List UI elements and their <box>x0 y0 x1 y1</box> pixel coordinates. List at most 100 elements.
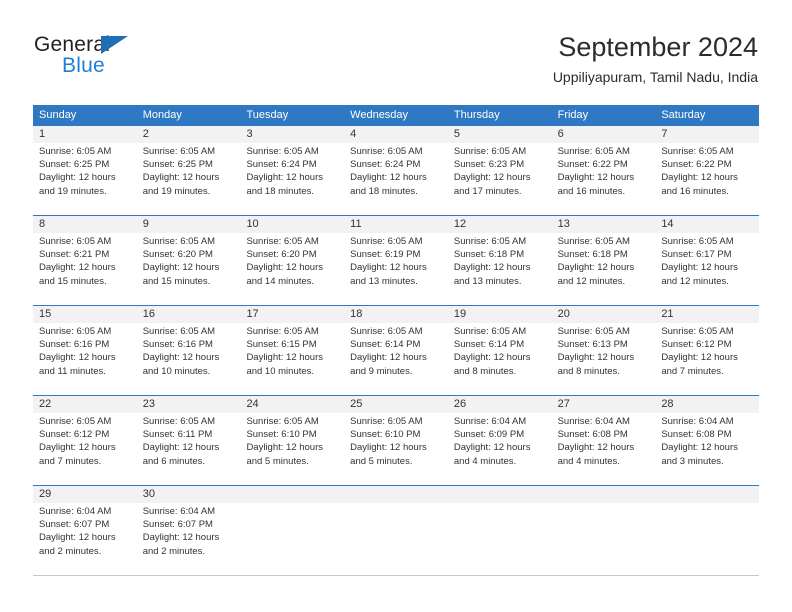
sunset-text: Sunset: 6:12 PM <box>39 429 110 441</box>
sunrise-text: Sunrise: 6:05 AM <box>661 236 734 247</box>
calendar-week-row: 1 Sunrise: 6:05 AM Sunset: 6:25 PM Dayli… <box>33 125 759 215</box>
day-number: 7 <box>661 128 668 140</box>
day-number: 13 <box>557 218 570 230</box>
day-details: Sunrise: 6:05 AM Sunset: 6:14 PM Dayligh… <box>454 325 546 378</box>
sunset-text: Sunset: 6:07 PM <box>142 519 213 531</box>
table-bottom-rule <box>33 575 759 576</box>
day-details: Sunrise: 6:05 AM Sunset: 6:19 PM Dayligh… <box>350 235 442 288</box>
day-details: Sunrise: 6:05 AM Sunset: 6:15 PM Dayligh… <box>246 325 338 378</box>
sunset-text: Sunset: 6:16 PM <box>39 339 110 351</box>
day-cell[interactable]: 14 Sunrise: 6:05 AM Sunset: 6:17 PM Dayl… <box>655 216 759 305</box>
day-cell[interactable]: 30 Sunrise: 6:04 AM Sunset: 6:07 PM Dayl… <box>137 486 241 575</box>
sunrise-text: Sunrise: 6:05 AM <box>142 236 216 247</box>
daylight-text-line2: and 9 minutes. <box>350 365 413 377</box>
daylight-text-line2: and 15 minutes. <box>142 275 211 287</box>
day-cell[interactable]: 4 Sunrise: 6:05 AM Sunset: 6:24 PM Dayli… <box>344 126 448 215</box>
daylight-text-line2: and 5 minutes. <box>350 455 413 467</box>
day-number: 15 <box>39 308 52 320</box>
day-details: Sunrise: 6:04 AM Sunset: 6:07 PM Dayligh… <box>143 505 235 558</box>
daylight-text-line1: Daylight: 12 hours <box>661 352 738 364</box>
day-cell[interactable]: 12 Sunrise: 6:05 AM Sunset: 6:18 PM Dayl… <box>448 216 552 305</box>
weekday-header-friday: Friday <box>557 109 589 121</box>
sunset-text: Sunset: 6:20 PM <box>142 249 213 261</box>
daylight-text-line2: and 6 minutes. <box>142 455 206 467</box>
sunset-text: Sunset: 6:24 PM <box>350 159 421 171</box>
day-cell[interactable]: 16 Sunrise: 6:05 AM Sunset: 6:16 PM Dayl… <box>137 306 241 395</box>
daylight-text-line2: and 16 minutes. <box>661 185 729 197</box>
daylight-text-line1: Daylight: 12 hours <box>661 172 738 184</box>
day-cell[interactable]: 24 Sunrise: 6:05 AM Sunset: 6:10 PM Dayl… <box>240 396 344 485</box>
day-details: Sunrise: 6:05 AM Sunset: 6:18 PM Dayligh… <box>454 235 546 288</box>
day-cell[interactable]: 21 Sunrise: 6:05 AM Sunset: 6:12 PM Dayl… <box>655 306 759 395</box>
day-cell[interactable]: 6 Sunrise: 6:05 AM Sunset: 6:22 PM Dayli… <box>552 126 656 215</box>
day-cell[interactable]: 23 Sunrise: 6:05 AM Sunset: 6:11 PM Dayl… <box>137 396 241 485</box>
day-cell[interactable]: 28 Sunrise: 6:04 AM Sunset: 6:08 PM Dayl… <box>655 396 759 485</box>
day-details: Sunrise: 6:05 AM Sunset: 6:22 PM Dayligh… <box>558 145 650 198</box>
day-number: 29 <box>39 488 52 500</box>
sunrise-text: Sunrise: 6:05 AM <box>350 146 423 157</box>
day-cell[interactable]: 11 Sunrise: 6:05 AM Sunset: 6:19 PM Dayl… <box>344 216 448 305</box>
sunrise-text: Sunrise: 6:05 AM <box>39 326 112 337</box>
title-block: September 2024 Uppiliyapuram, Tamil Nadu… <box>553 30 758 87</box>
sunset-text: Sunset: 6:25 PM <box>142 159 213 171</box>
day-cell[interactable]: 7 Sunrise: 6:05 AM Sunset: 6:22 PM Dayli… <box>655 126 759 215</box>
day-cell[interactable]: 3 Sunrise: 6:05 AM Sunset: 6:24 PM Dayli… <box>240 126 344 215</box>
day-cell[interactable]: 22 Sunrise: 6:05 AM Sunset: 6:12 PM Dayl… <box>33 396 137 485</box>
day-cell[interactable]: 5 Sunrise: 6:05 AM Sunset: 6:23 PM Dayli… <box>448 126 552 215</box>
daylight-text-line2: and 17 minutes. <box>453 185 522 197</box>
day-cell[interactable]: 10 Sunrise: 6:05 AM Sunset: 6:20 PM Dayl… <box>240 216 344 305</box>
day-cell[interactable]: 27 Sunrise: 6:04 AM Sunset: 6:08 PM Dayl… <box>552 396 656 485</box>
day-cell[interactable]: 15 Sunrise: 6:05 AM Sunset: 6:16 PM Dayl… <box>33 306 137 395</box>
day-cell[interactable]: 17 Sunrise: 6:05 AM Sunset: 6:15 PM Dayl… <box>240 306 344 395</box>
day-cell[interactable]: 26 Sunrise: 6:04 AM Sunset: 6:09 PM Dayl… <box>448 396 552 485</box>
sunrise-text: Sunrise: 6:05 AM <box>453 146 527 157</box>
daylight-text-line1: Daylight: 12 hours <box>350 352 427 364</box>
sunset-text: Sunset: 6:11 PM <box>142 429 213 441</box>
page-title: September 2024 <box>558 32 758 62</box>
sunrise-text: Sunrise: 6:04 AM <box>142 506 216 517</box>
daylight-text-line1: Daylight: 12 hours <box>350 262 427 274</box>
daylight-text-line1: Daylight: 12 hours <box>39 352 116 364</box>
day-details: Sunrise: 6:05 AM Sunset: 6:22 PM Dayligh… <box>661 145 753 198</box>
day-cell[interactable]: 29 Sunrise: 6:04 AM Sunset: 6:07 PM Dayl… <box>33 486 137 575</box>
day-cell[interactable]: 20 Sunrise: 6:05 AM Sunset: 6:13 PM Dayl… <box>552 306 656 395</box>
calendar-week-row: 15 Sunrise: 6:05 AM Sunset: 6:16 PM Dayl… <box>33 305 759 395</box>
sunset-text: Sunset: 6:23 PM <box>453 159 525 171</box>
day-cell[interactable]: 19 Sunrise: 6:05 AM Sunset: 6:14 PM Dayl… <box>448 306 552 395</box>
day-cell[interactable]: 9 Sunrise: 6:05 AM Sunset: 6:20 PM Dayli… <box>137 216 241 305</box>
sunrise-text: Sunrise: 6:04 AM <box>661 416 734 427</box>
daylight-text-line2: and 5 minutes. <box>246 455 309 467</box>
sunrise-text: Sunrise: 6:05 AM <box>142 146 216 157</box>
sunset-text: Sunset: 6:16 PM <box>142 339 213 351</box>
day-number: 20 <box>557 308 570 320</box>
day-details: Sunrise: 6:05 AM Sunset: 6:17 PM Dayligh… <box>661 235 753 288</box>
daylight-text-line1: Daylight: 12 hours <box>453 262 531 274</box>
daylight-text-line2: and 3 minutes. <box>661 455 724 467</box>
day-details: Sunrise: 6:05 AM Sunset: 6:20 PM Dayligh… <box>143 235 235 288</box>
day-number: 12 <box>453 218 467 230</box>
day-cell[interactable]: 25 Sunrise: 6:05 AM Sunset: 6:10 PM Dayl… <box>344 396 448 485</box>
day-cell[interactable]: 8 Sunrise: 6:05 AM Sunset: 6:21 PM Dayli… <box>33 216 137 305</box>
daylight-text-line1: Daylight: 12 hours <box>453 352 531 364</box>
sunset-text: Sunset: 6:14 PM <box>350 339 421 351</box>
daylight-text-line2: and 7 minutes. <box>661 365 724 377</box>
sunrise-text: Sunrise: 6:05 AM <box>557 236 630 247</box>
daylight-text-line2: and 8 minutes. <box>453 365 517 377</box>
sunrise-text: Sunrise: 6:05 AM <box>246 236 319 247</box>
daylight-text-line1: Daylight: 12 hours <box>246 172 324 184</box>
general-blue-logo[interactable]: General Blue <box>34 33 164 85</box>
sunset-text: Sunset: 6:08 PM <box>557 429 628 441</box>
day-number: 1 <box>39 128 46 140</box>
day-cell[interactable]: 13 Sunrise: 6:05 AM Sunset: 6:18 PM Dayl… <box>552 216 656 305</box>
daylight-text-line2: and 15 minutes. <box>39 275 107 287</box>
calendar-table: Sunday Monday Tuesday Wednesday Thursday… <box>33 105 759 576</box>
day-cell[interactable]: 18 Sunrise: 6:05 AM Sunset: 6:14 PM Dayl… <box>344 306 448 395</box>
daylight-text-line2: and 14 minutes. <box>246 275 315 287</box>
day-cell[interactable]: 1 Sunrise: 6:05 AM Sunset: 6:25 PM Dayli… <box>33 126 137 215</box>
day-details: Sunrise: 6:05 AM Sunset: 6:13 PM Dayligh… <box>558 325 650 378</box>
daylight-text-line1: Daylight: 12 hours <box>350 442 427 454</box>
day-cell[interactable]: 2 Sunrise: 6:05 AM Sunset: 6:25 PM Dayli… <box>137 126 241 215</box>
daylight-text-line1: Daylight: 12 hours <box>142 262 220 274</box>
day-details: Sunrise: 6:05 AM Sunset: 6:21 PM Dayligh… <box>39 235 131 288</box>
daylight-text-line1: Daylight: 12 hours <box>661 442 738 454</box>
